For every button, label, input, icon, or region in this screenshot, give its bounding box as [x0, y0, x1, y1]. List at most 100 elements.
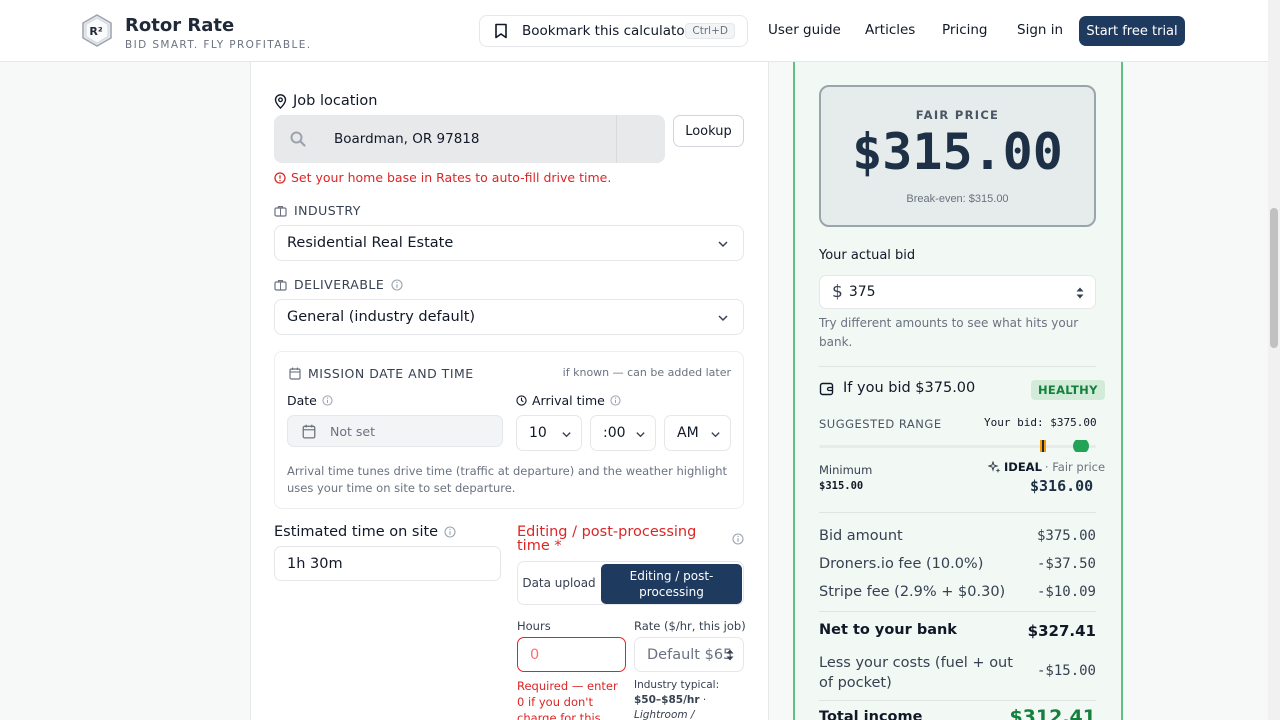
minimum-marker	[1042, 440, 1044, 452]
if-you-bid-heading: If you bid $375.00	[819, 380, 975, 396]
suggested-range-track	[819, 440, 1096, 452]
nav-pricing[interactable]: Pricing	[942, 22, 988, 38]
start-free-trial-button[interactable]: Start free trial	[1079, 16, 1185, 46]
chevron-down-icon	[636, 432, 645, 438]
date-label: Date	[287, 393, 333, 408]
breakdown-label-total: Total income	[819, 709, 923, 720]
breakdown-value-total: $312.41	[1009, 706, 1096, 720]
rate-label: Rate ($/hr, this job)	[634, 619, 746, 633]
fair-price-card: FAIR PRICE $315.00 Break-even: $315.00	[819, 85, 1096, 227]
hours-label: Hours	[517, 619, 551, 633]
bookmark-button[interactable]: Bookmark this calculator Ctrl+D	[479, 15, 748, 47]
brand-tagline: BID SMART. FLY PROFITABLE.	[125, 39, 312, 51]
suggested-range-label: SUGGESTED RANGE	[819, 417, 942, 431]
ideal-value: $316.00	[1030, 477, 1094, 495]
ideal-label: IDEAL · Fair price	[988, 460, 1105, 474]
wallet-icon	[819, 382, 834, 395]
deliverable-select[interactable]: General (industry default)	[274, 299, 744, 335]
fair-price-value: $315.00	[852, 123, 1063, 181]
bookmark-label: Bookmark this calculator	[522, 23, 691, 39]
your-bid-marker[interactable]	[1073, 440, 1089, 452]
clock-icon	[516, 395, 527, 406]
info-icon[interactable]	[391, 278, 403, 291]
estimated-time-input[interactable]: 1h 30m	[274, 546, 501, 581]
job-location-input[interactable]: Boardman, OR 97818	[274, 115, 665, 163]
minimum-value: $315.00	[819, 480, 864, 492]
input-divider	[616, 115, 617, 163]
job-location-value: Boardman, OR 97818	[334, 131, 480, 147]
chevron-down-icon	[562, 432, 571, 438]
seg-data-upload[interactable]: Data upload	[518, 562, 600, 604]
breakdown-value-net: $327.41	[1027, 622, 1096, 640]
nav-sign-in[interactable]: Sign in	[1017, 22, 1063, 38]
app-header: R² Rotor Rate BID SMART. FLY PROFITABLE.…	[0, 0, 1268, 62]
actual-bid-label: Your actual bid	[819, 248, 916, 263]
actual-bid-input[interactable]: $ 375	[819, 275, 1096, 309]
hours-input[interactable]: 0	[517, 637, 626, 672]
industry-label: INDUSTRY	[274, 203, 361, 218]
info-icon[interactable]	[444, 526, 456, 538]
map-pin-icon	[274, 93, 287, 109]
your-bid-readout: Your bid: $375.00	[984, 416, 1097, 429]
am-pm-select[interactable]: AM	[664, 415, 731, 451]
fair-price-label: FAIR PRICE	[915, 108, 1000, 122]
search-icon	[290, 131, 306, 147]
arrival-time-label: Arrival time	[516, 393, 621, 408]
range-track-line	[819, 445, 1096, 448]
minute-select[interactable]: :00	[590, 415, 656, 451]
info-icon[interactable]	[322, 395, 333, 406]
industry-select[interactable]: Residential Real Estate	[274, 225, 744, 261]
bookmark-icon	[495, 23, 507, 39]
chevron-down-icon	[711, 432, 720, 438]
calendar-icon	[289, 367, 301, 380]
divider	[819, 700, 1096, 701]
shortcut-badge: Ctrl+D	[685, 23, 735, 39]
page-scrollbar-thumb[interactable]	[1270, 208, 1278, 348]
status-badge: HEALTHY	[1031, 380, 1105, 400]
breakdown-label-costs: Less your costs (fuel + out of pocket)	[819, 655, 1013, 691]
breakdown-label-net: Net to your bank	[819, 622, 957, 638]
spinner-arrows-icon[interactable]	[1075, 286, 1085, 300]
breakdown-value-stripe-fee: -$10.09	[1036, 584, 1096, 600]
seg-editing-post-processing[interactable]: Editing / post-processing	[601, 564, 742, 604]
brand-name[interactable]: Rotor Rate	[125, 15, 234, 36]
chevron-down-icon	[718, 315, 728, 322]
sparkles-icon	[988, 460, 1001, 473]
breakdown-value-bid: $375.00	[1036, 528, 1096, 544]
nav-user-guide[interactable]: User guide	[768, 22, 841, 38]
calendar-icon	[302, 424, 316, 438]
spinner-arrows-icon[interactable]	[725, 648, 735, 662]
divider	[819, 512, 1096, 513]
bid-hint: Try different amounts to see what hits y…	[819, 316, 1079, 349]
divider	[819, 366, 1096, 367]
briefcase-icon	[274, 279, 287, 291]
breakdown-label-droners-fee: Droners.io fee (10.0%)	[819, 556, 984, 572]
alert-circle-icon	[274, 171, 286, 184]
editing-time-label: Editing / post-processing time *	[517, 524, 697, 554]
briefcase-icon	[274, 205, 287, 217]
svg-text:R²: R²	[89, 25, 102, 38]
page-scrollbar-track[interactable]	[1268, 0, 1280, 720]
home-base-error[interactable]: Set your home base in Rates to auto-fill…	[274, 170, 611, 185]
mission-date-time-label: MISSION DATE AND TIME	[289, 366, 474, 381]
processing-type-toggle: Data upload Editing / post-processing	[517, 561, 744, 605]
breakdown-label-stripe-fee: Stripe fee (2.9% + $0.30)	[819, 584, 1006, 600]
date-value: Not set	[330, 423, 375, 439]
hour-select[interactable]: 10	[516, 415, 582, 451]
rotor-rate-logo-icon[interactable]: R²	[82, 14, 112, 47]
mission-hint: if known — can be added later	[562, 366, 731, 379]
breakdown-value-costs: -$15.00	[1036, 663, 1096, 679]
info-icon[interactable]	[610, 395, 621, 406]
minimum-label: Minimum	[819, 463, 873, 477]
bid-value: 375	[848, 284, 876, 300]
chevron-down-icon	[718, 241, 728, 248]
dollar-sign-icon: $	[832, 282, 843, 302]
industry-typical-rate: Industry typical: $50–$85/hr · Lightroom…	[634, 679, 720, 720]
rate-input[interactable]: Default $65	[634, 637, 744, 672]
date-picker[interactable]: Not set	[287, 415, 503, 447]
lookup-button[interactable]: Lookup	[673, 115, 744, 147]
nav-articles[interactable]: Articles	[865, 22, 915, 38]
deliverable-label: DELIVERABLE	[274, 277, 403, 292]
estimated-time-label: Estimated time on site	[274, 524, 456, 540]
info-icon[interactable]	[732, 533, 744, 545]
